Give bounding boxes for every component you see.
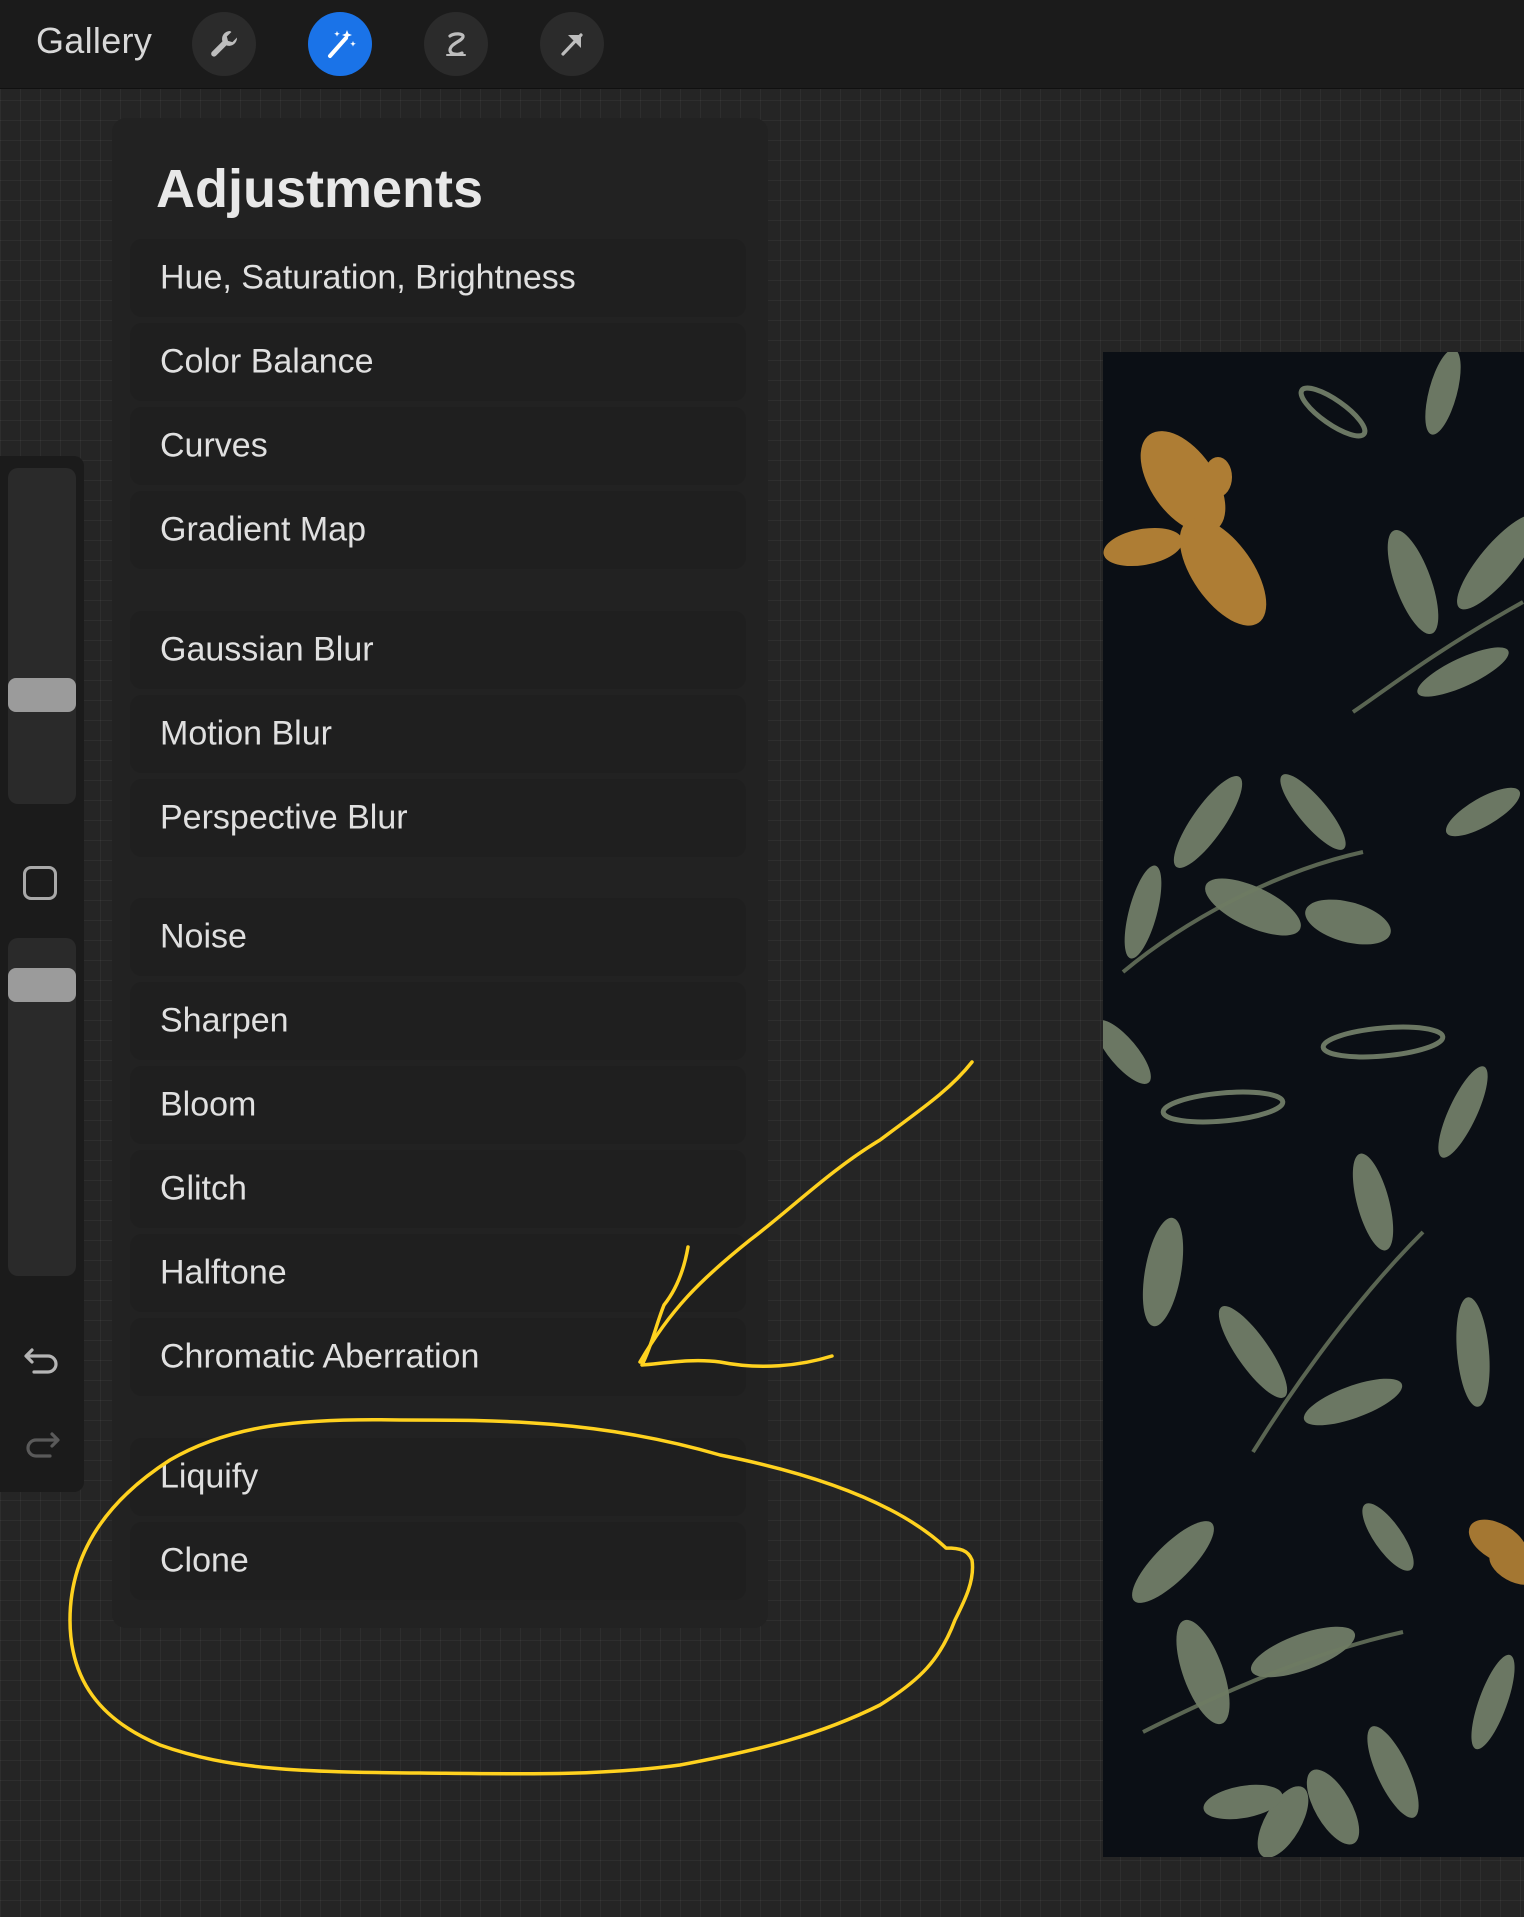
menu-item-perspective-blur[interactable]: Perspective Blur bbox=[130, 779, 746, 857]
menu-item-halftone[interactable]: Halftone bbox=[130, 1234, 746, 1312]
menu-item-noise[interactable]: Noise bbox=[130, 898, 746, 976]
menu-item-label: Gradient Map bbox=[160, 510, 366, 549]
adjustments-button[interactable] bbox=[308, 12, 372, 76]
top-toolbar: Gallery bbox=[0, 0, 1524, 89]
left-sidebar bbox=[0, 456, 84, 1492]
adjustments-panel: Adjustments Hue, Saturation, Brightness … bbox=[112, 118, 768, 1628]
floral-pattern-illustration bbox=[1103, 352, 1524, 1857]
magic-wand-icon bbox=[328, 30, 356, 58]
menu-item-label: Motion Blur bbox=[160, 714, 332, 753]
menu-item-label: Liquify bbox=[160, 1457, 259, 1496]
transform-button[interactable] bbox=[540, 12, 604, 76]
menu-item-label: Curves bbox=[160, 426, 268, 465]
menu-item-bloom[interactable]: Bloom bbox=[130, 1066, 746, 1144]
redo-icon[interactable] bbox=[20, 1420, 64, 1464]
selection-s-icon bbox=[446, 32, 466, 56]
panel-title: Adjustments bbox=[156, 159, 484, 219]
wrench-icon bbox=[211, 31, 238, 57]
menu-item-label: Clone bbox=[160, 1541, 249, 1580]
menu-item-gaussian-blur[interactable]: Gaussian Blur bbox=[130, 611, 746, 689]
menu-item-motion-blur[interactable]: Motion Blur bbox=[130, 695, 746, 773]
selection-button[interactable] bbox=[424, 12, 488, 76]
menu-item-label: Gaussian Blur bbox=[160, 630, 374, 669]
canvas-artwork[interactable] bbox=[1103, 352, 1524, 1857]
menu-item-label: Perspective Blur bbox=[160, 798, 408, 837]
menu-item-label: Sharpen bbox=[160, 1001, 289, 1040]
undo-icon[interactable] bbox=[20, 1336, 64, 1380]
gallery-button[interactable]: Gallery bbox=[36, 20, 152, 62]
arrow-cursor-icon bbox=[561, 33, 583, 56]
opacity-slider-thumb[interactable] bbox=[8, 968, 76, 1002]
menu-item-curves[interactable]: Curves bbox=[130, 407, 746, 485]
menu-item-label: Color Balance bbox=[160, 342, 374, 381]
menu-item-label: Chromatic Aberration bbox=[160, 1337, 480, 1376]
actions-button[interactable] bbox=[192, 12, 256, 76]
menu-item-label: Bloom bbox=[160, 1085, 257, 1124]
menu-item-clone[interactable]: Clone bbox=[130, 1522, 746, 1600]
menu-item-label: Hue, Saturation, Brightness bbox=[160, 258, 576, 297]
brush-size-slider-thumb[interactable] bbox=[8, 678, 76, 712]
menu-item-gradient-map[interactable]: Gradient Map bbox=[130, 491, 746, 569]
menu-item-color-balance[interactable]: Color Balance bbox=[130, 323, 746, 401]
menu-item-label: Halftone bbox=[160, 1253, 287, 1292]
menu-item-glitch[interactable]: Glitch bbox=[130, 1150, 746, 1228]
menu-item-chromatic-aberration[interactable]: Chromatic Aberration bbox=[130, 1318, 746, 1396]
menu-item-label: Noise bbox=[160, 917, 247, 956]
menu-item-liquify[interactable]: Liquify bbox=[130, 1438, 746, 1516]
modify-square-icon[interactable] bbox=[23, 866, 57, 900]
menu-item-sharpen[interactable]: Sharpen bbox=[130, 982, 746, 1060]
menu-item-label: Glitch bbox=[160, 1169, 247, 1208]
menu-item-hue-saturation-brightness[interactable]: Hue, Saturation, Brightness bbox=[130, 239, 746, 317]
brush-size-slider[interactable] bbox=[8, 468, 76, 804]
